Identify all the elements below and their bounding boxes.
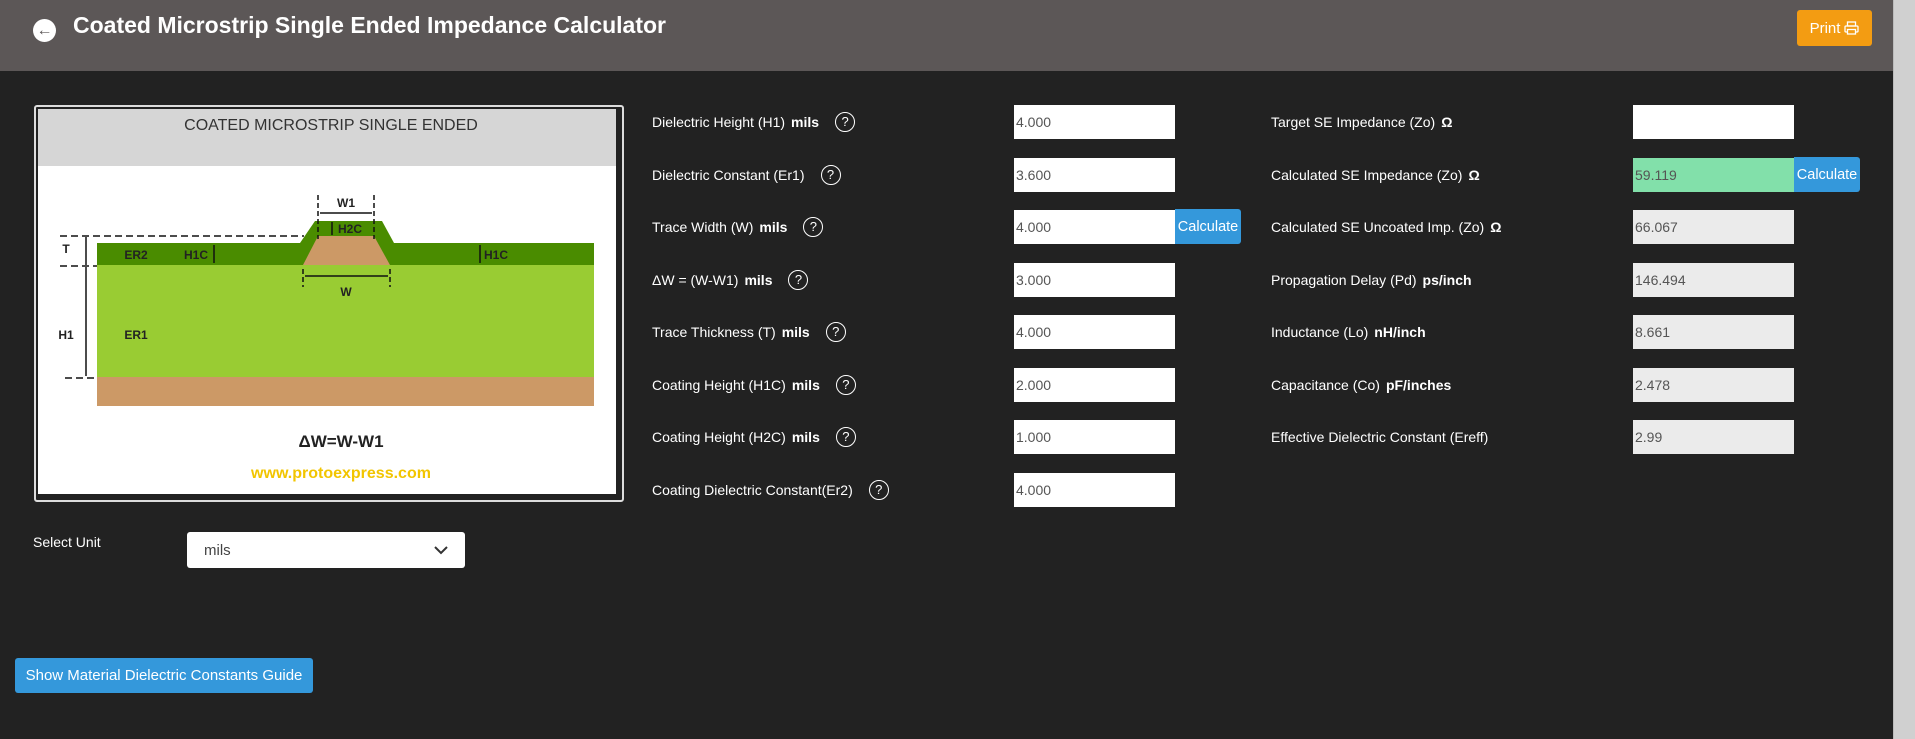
unit-label: mils [744, 272, 773, 288]
input-label-h1: Dielectric Height (H1) mils? [652, 110, 856, 134]
label-er2: ER2 [124, 248, 148, 262]
diagram-image: COATED MICROSTRIP SINGLE ENDED W1 H2C T [34, 105, 624, 502]
unit-label: mils [791, 377, 820, 393]
help-icon[interactable]: ? [825, 322, 846, 342]
ground-plane [97, 377, 594, 406]
label-er1: ER1 [124, 328, 148, 342]
calculated-impedance-field[interactable]: 59.119 [1633, 158, 1794, 192]
header-bar: ← Coated Microstrip Single Ended Impedan… [0, 0, 1893, 71]
dielectric-constant-input[interactable]: 3.600 [1014, 158, 1175, 192]
output-label-ereff: Effective Dielectric Constant (Ereff) [1271, 429, 1489, 445]
target-impedance-input[interactable] [1633, 105, 1794, 139]
input-label-w: Trace Width (W) mils? [652, 215, 824, 239]
label-h1: H1 [58, 328, 74, 342]
output-label-uncoated-zo: Calculated SE Uncoated Imp. (Zo) Ω [1271, 219, 1502, 235]
help-icon[interactable]: ? [788, 270, 809, 290]
label-w: W [340, 285, 352, 299]
output-label-capacitance: Capacitance (Co) pF/inches [1271, 377, 1452, 393]
select-unit-label: Select Unit [33, 534, 101, 550]
print-label: Print [1809, 19, 1841, 37]
label-h1c-right: H1C [484, 248, 508, 262]
unit-label: mils [791, 429, 820, 445]
diagram-title: COATED MICROSTRIP SINGLE ENDED [184, 117, 478, 134]
unit-label: mils [759, 219, 788, 235]
back-arrow-icon[interactable]: ← [33, 19, 56, 42]
coating-height-h2c-input[interactable]: 1.000 [1014, 420, 1175, 454]
effective-dielectric-field: 2.99 [1633, 420, 1794, 454]
input-label-h1c: Coating Height (H1C) mils? [652, 373, 856, 397]
delta-w-formula: ΔW=W-W1 [298, 432, 383, 451]
vertical-scrollbar[interactable] [1893, 0, 1915, 739]
trace-width-input[interactable]: 4.000 [1014, 210, 1175, 244]
unit-label: Ω [1490, 219, 1502, 235]
unit-select[interactable]: mils [187, 532, 465, 568]
coating-height-h1c-input[interactable]: 2.000 [1014, 368, 1175, 402]
help-icon[interactable]: ? [835, 427, 856, 447]
help-icon[interactable]: ? [868, 480, 889, 500]
propagation-delay-field: 146.494 [1633, 263, 1794, 297]
label-w1: W1 [337, 196, 355, 210]
calculate-width-button[interactable]: Calculate [1794, 157, 1860, 192]
output-label-inductance: Inductance (Lo) nH/inch [1271, 324, 1426, 340]
printer-icon [1844, 21, 1860, 35]
unit-label: pF/inches [1385, 377, 1452, 393]
unit-label: Ω [1441, 114, 1453, 130]
delta-w-input[interactable]: 3.000 [1014, 263, 1175, 297]
label-h1c-left: H1C [184, 248, 208, 262]
capacitance-field: 2.478 [1633, 368, 1794, 402]
output-label-prop-delay: Propagation Delay (Pd) ps/inch [1271, 272, 1472, 288]
label-t: T [62, 242, 70, 256]
help-icon[interactable]: ? [820, 165, 841, 185]
input-label-t: Trace Thickness (T) mils? [652, 320, 846, 344]
unit-select-value: mils [204, 541, 231, 559]
website-watermark: www.protoexpress.com [250, 465, 431, 482]
label-h2c: H2C [338, 222, 362, 236]
inductance-field: 8.661 [1633, 315, 1794, 349]
page-title: Coated Microstrip Single Ended Impedance… [73, 12, 667, 38]
coating-dielectric-constant-input[interactable]: 4.000 [1014, 473, 1175, 507]
uncoated-impedance-field: 66.067 [1633, 210, 1794, 244]
unit-label: Ω [1468, 167, 1480, 183]
input-label-delta-w: ΔW = (W-W1) mils? [652, 268, 809, 292]
unit-label: mils [791, 114, 820, 130]
trace-thickness-input[interactable]: 4.000 [1014, 315, 1175, 349]
print-button[interactable]: Print [1797, 10, 1872, 46]
dielectric-height-input[interactable]: 4.000 [1014, 105, 1175, 139]
show-dielectric-guide-button[interactable]: Show Material Dielectric Constants Guide [15, 658, 313, 693]
help-icon[interactable]: ? [803, 217, 824, 237]
input-label-er2: Coating Dielectric Constant(Er2)? [652, 478, 889, 502]
help-icon[interactable]: ? [835, 112, 856, 132]
unit-label: nH/inch [1374, 324, 1426, 340]
input-label-h2c: Coating Height (H2C) mils? [652, 425, 856, 449]
calculate-impedance-button[interactable]: Calculate [1175, 209, 1241, 244]
output-label-target-zo: Target SE Impedance (Zo) Ω [1271, 114, 1453, 130]
output-label-calc-zo: Calculated SE Impedance (Zo) Ω [1271, 167, 1480, 183]
unit-label: ps/inch [1422, 272, 1472, 288]
help-icon[interactable]: ? [835, 375, 856, 395]
input-label-er1: Dielectric Constant (Er1)? [652, 163, 841, 187]
er1-layer [97, 265, 594, 377]
unit-label: mils [781, 324, 810, 340]
chevron-down-icon [434, 545, 448, 554]
